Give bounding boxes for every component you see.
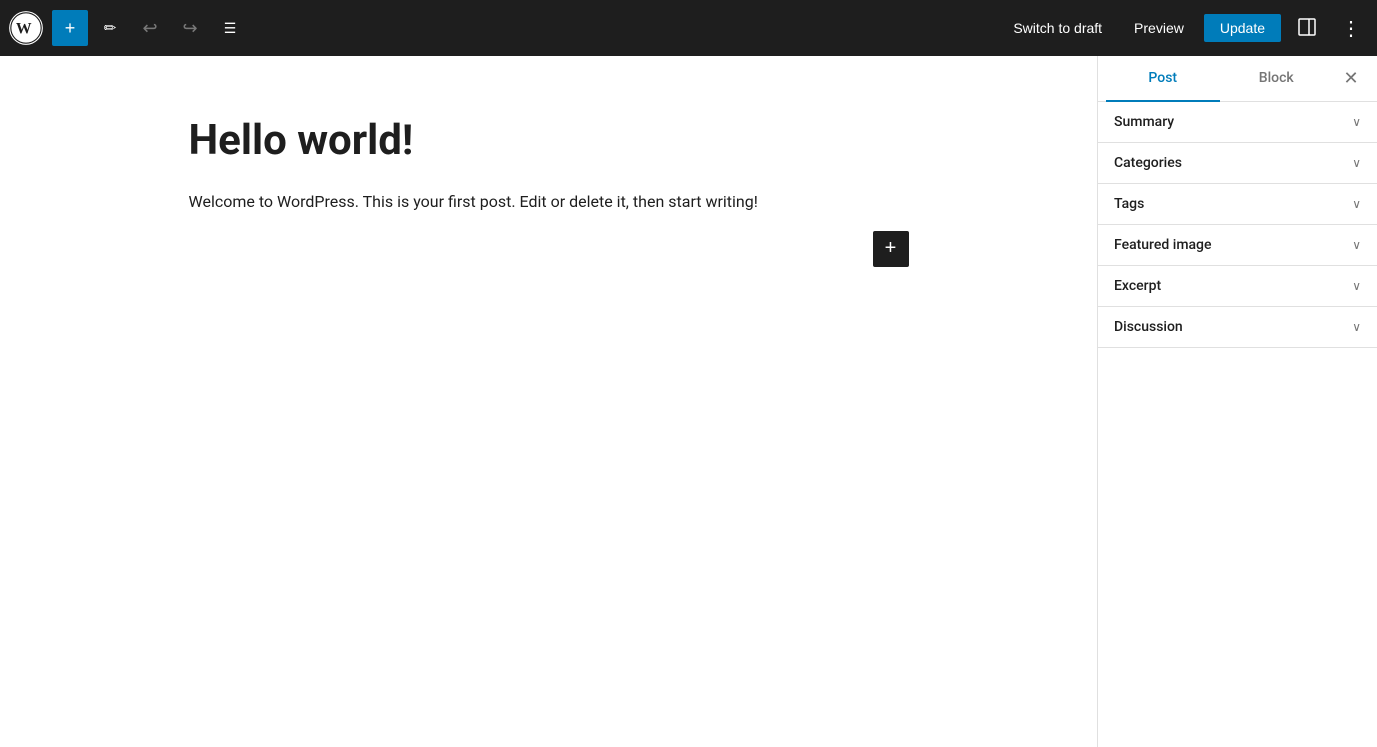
undo-button[interactable]: ↩ <box>132 10 168 46</box>
list-view-icon: ☰ <box>224 20 237 37</box>
panel-featured-image-header[interactable]: Featured image ∨ <box>1098 225 1377 265</box>
panel-excerpt: Excerpt ∨ <box>1098 266 1377 307</box>
panel-excerpt-header[interactable]: Excerpt ∨ <box>1098 266 1377 306</box>
panel-featured-image-title: Featured image <box>1114 237 1212 253</box>
tab-block[interactable]: Block <box>1220 56 1334 102</box>
panel-tags: Tags ∨ <box>1098 184 1377 225</box>
panel-summary: Summary ∨ <box>1098 102 1377 143</box>
panel-discussion-chevron: ∨ <box>1352 320 1361 334</box>
toolbar-right: Switch to draft Preview Update ⋮ <box>1001 10 1369 46</box>
panel-tags-chevron: ∨ <box>1352 197 1361 211</box>
panel-categories: Categories ∨ <box>1098 143 1377 184</box>
post-body[interactable]: Welcome to WordPress. This is your first… <box>189 189 909 215</box>
panel-summary-chevron: ∨ <box>1352 115 1361 129</box>
main-layout: Hello world! Welcome to WordPress. This … <box>0 56 1377 747</box>
panel-featured-image-chevron: ∨ <box>1352 238 1361 252</box>
sidebar-toggle-button[interactable] <box>1289 10 1325 46</box>
close-icon: ✕ <box>1343 68 1358 89</box>
switch-to-draft-button[interactable]: Switch to draft <box>1001 14 1114 42</box>
edit-tool-button[interactable]: ✏ <box>92 10 128 46</box>
panel-discussion-header[interactable]: Discussion ∨ <box>1098 307 1377 347</box>
panel-categories-chevron: ∨ <box>1352 156 1361 170</box>
panel-discussion-title: Discussion <box>1114 319 1183 335</box>
wp-logo[interactable]: W <box>8 10 44 46</box>
more-options-button[interactable]: ⋮ <box>1333 10 1369 46</box>
preview-button[interactable]: Preview <box>1122 14 1196 42</box>
more-icon: ⋮ <box>1341 16 1361 41</box>
panel-tags-title: Tags <box>1114 196 1144 212</box>
panel-excerpt-chevron: ∨ <box>1352 279 1361 293</box>
redo-button[interactable]: ↪ <box>172 10 208 46</box>
sidebar-tabs: Post Block ✕ <box>1098 56 1377 102</box>
panel-excerpt-title: Excerpt <box>1114 278 1161 294</box>
update-button[interactable]: Update <box>1204 14 1281 42</box>
tab-post[interactable]: Post <box>1106 56 1220 102</box>
editor-content: Hello world! Welcome to WordPress. This … <box>189 116 909 687</box>
toolbar: W + ✏ ↩ ↪ ☰ Switch to draft Preview Upda… <box>0 0 1377 56</box>
panel-discussion: Discussion ∨ <box>1098 307 1377 348</box>
panel-summary-header[interactable]: Summary ∨ <box>1098 102 1377 142</box>
panel-tags-header[interactable]: Tags ∨ <box>1098 184 1377 224</box>
inline-add-block-button[interactable]: + <box>873 231 909 267</box>
panel-summary-title: Summary <box>1114 114 1174 130</box>
post-title[interactable]: Hello world! <box>189 116 909 165</box>
sidebar: Post Block ✕ Summary ∨ Categories ∨ Tags… <box>1097 56 1377 747</box>
redo-icon: ↪ <box>182 18 197 39</box>
panel-categories-title: Categories <box>1114 155 1182 171</box>
panel-categories-header[interactable]: Categories ∨ <box>1098 143 1377 183</box>
panel-featured-image: Featured image ∨ <box>1098 225 1377 266</box>
editor-area[interactable]: Hello world! Welcome to WordPress. This … <box>0 56 1097 747</box>
svg-text:W: W <box>16 21 32 38</box>
add-block-button[interactable]: + <box>52 10 88 46</box>
pencil-icon: ✏ <box>104 19 117 37</box>
list-view-button[interactable]: ☰ <box>212 10 248 46</box>
sidebar-close-button[interactable]: ✕ <box>1333 61 1369 97</box>
sidebar-toggle-icon <box>1298 18 1316 39</box>
undo-icon: ↩ <box>142 18 157 39</box>
